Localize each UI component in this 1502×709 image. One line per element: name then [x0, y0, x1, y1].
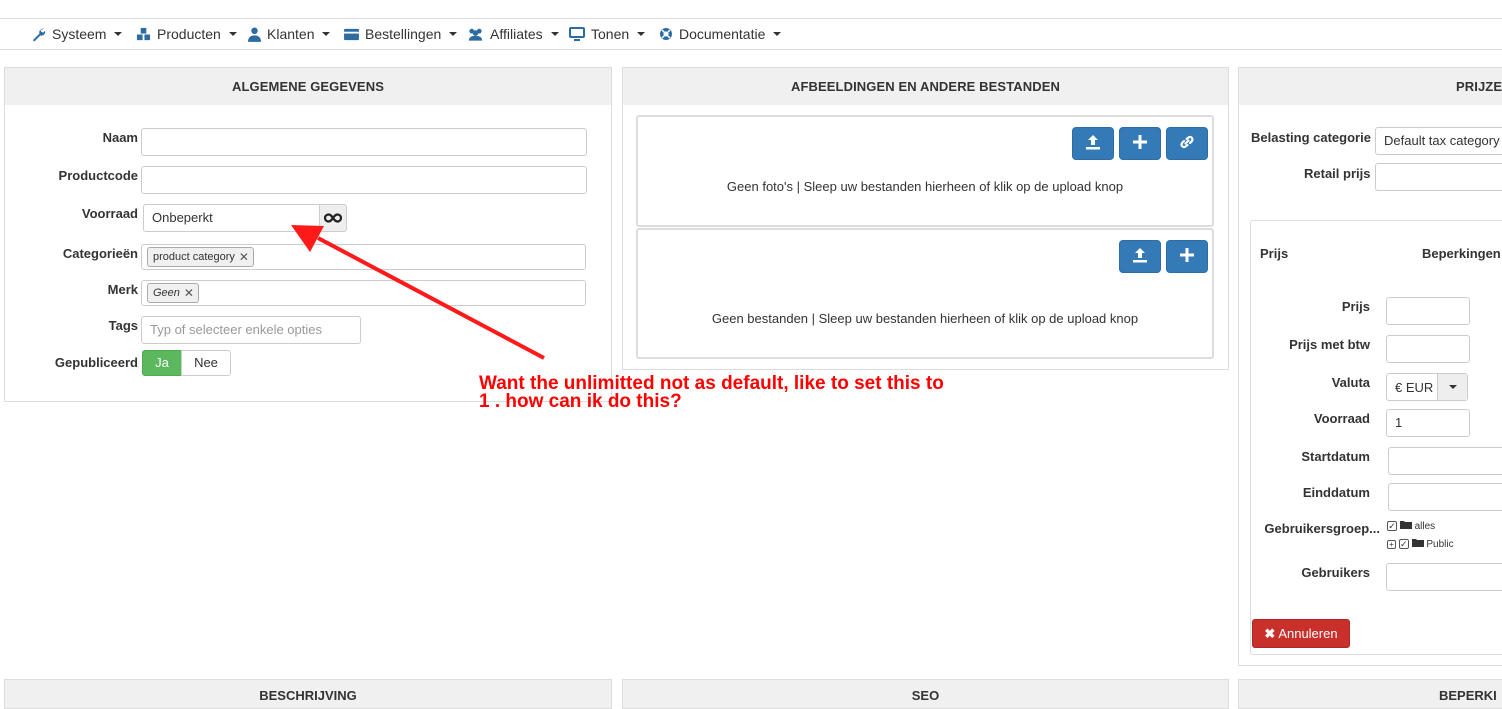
nav-bestellingen[interactable]: Bestellingen	[344, 26, 458, 42]
user-icon	[248, 27, 261, 42]
name-label: Naam	[102, 130, 138, 145]
files-dropzone[interactable]: Geen bestanden | Sleep uw bestanden hier…	[636, 228, 1214, 359]
categories-select[interactable]: product category ✕	[141, 244, 586, 270]
limits-column-header: Beperkingen	[1422, 246, 1501, 261]
group-item-public[interactable]: + ✓ Public	[1387, 538, 1454, 556]
remove-icon[interactable]: ✕	[184, 284, 194, 302]
category-chip[interactable]: product category ✕	[147, 247, 254, 267]
limits-panel: BEPERKI	[1238, 679, 1502, 709]
brand-label: Merk	[107, 282, 138, 297]
stock-label: Voorraad	[81, 206, 138, 221]
panel-title: ALGEMENE GEGEVENS	[5, 68, 611, 105]
tags-label: Tags	[108, 318, 138, 333]
nav-systeem[interactable]: Systeem	[31, 26, 123, 42]
retail-price-input[interactable]	[1375, 163, 1502, 191]
general-panel: ALGEMENE GEGEVENS Naam Productcode Voorr…	[4, 67, 612, 402]
add-file-button[interactable]	[1166, 240, 1208, 273]
end-date-label: Einddatum	[1302, 485, 1370, 500]
credit-card-icon	[344, 28, 359, 41]
panel-title: BEPERKI	[1439, 688, 1497, 703]
add-photo-button[interactable]	[1119, 127, 1161, 160]
tags-input[interactable]: Typ of selecteer enkele opties	[141, 316, 361, 344]
link-icon	[1179, 134, 1195, 153]
stock-input[interactable]: Onbeperkt	[143, 204, 321, 232]
end-date-input[interactable]	[1388, 483, 1502, 511]
users-input[interactable]	[1386, 563, 1502, 591]
users-label: Gebruikers	[1301, 565, 1370, 580]
files-panel: AFBEELDINGEN EN ANDERE BESTANDEN Geen fo…	[622, 67, 1229, 370]
rule-stock-label: Voorraad	[1313, 411, 1370, 426]
name-input[interactable]	[141, 128, 587, 156]
description-panel: BESCHRIJVING	[4, 679, 612, 709]
users-icon	[467, 27, 484, 41]
price-vat-input[interactable]	[1386, 335, 1470, 363]
start-date-input[interactable]	[1388, 447, 1502, 475]
unlimited-toggle-button[interactable]	[319, 204, 347, 232]
price-vat-label: Prijs met btw	[1289, 337, 1370, 352]
upload-icon	[1085, 134, 1101, 153]
price-input[interactable]	[1386, 297, 1470, 325]
cancel-button[interactable]: ✖ Annuleren	[1252, 619, 1350, 648]
retail-price-label: Retail prijs	[1304, 166, 1371, 181]
annotation-text: Want the unlimitted not as default, like…	[479, 373, 944, 412]
published-label: Gepubliceerd	[54, 355, 138, 370]
close-icon: ✖	[1264, 625, 1276, 641]
folder-icon	[1411, 539, 1424, 550]
published-no-button[interactable]: Nee	[181, 350, 231, 376]
panel-title: AFBEELDINGEN EN ANDERE BESTANDEN	[623, 68, 1228, 105]
panel-title: BESCHRIJVING	[259, 688, 357, 703]
upload-file-button[interactable]	[1119, 240, 1161, 273]
expand-icon[interactable]: +	[1387, 539, 1396, 549]
prices-panel: PRIJZE Belasting categorie Default tax c…	[1238, 67, 1502, 666]
plus-icon	[1180, 248, 1194, 265]
folder-icon	[1399, 521, 1412, 532]
link-photo-button[interactable]	[1166, 127, 1208, 160]
group-item-all[interactable]: ✓ alles	[1387, 520, 1454, 538]
nav-affiliates[interactable]: Affiliates	[467, 26, 559, 42]
tax-category-label: Belasting categorie	[1251, 130, 1371, 145]
price-rules-box: Prijs Beperkingen Prijs Prijs met btw Va…	[1250, 220, 1502, 655]
categories-label: Categorieën	[62, 246, 138, 261]
upload-icon	[1132, 247, 1148, 266]
tax-category-select[interactable]: Default tax category	[1375, 127, 1502, 155]
nav-klanten[interactable]: Klanten	[248, 26, 331, 42]
start-date-label: Startdatum	[1301, 449, 1370, 464]
chevron-down-icon[interactable]	[1437, 374, 1467, 400]
checkbox-checked-icon[interactable]: ✓	[1398, 539, 1409, 550]
published-yes-button[interactable]: Ja	[142, 350, 182, 376]
nav-producten[interactable]: Producten	[136, 26, 237, 42]
brand-select[interactable]: Geen ✕	[141, 280, 586, 306]
infinity-icon	[323, 211, 343, 226]
panel-title: PRIJZE	[1239, 68, 1502, 105]
nav-documentatie[interactable]: Documentatie	[659, 26, 782, 42]
wrench-icon	[31, 27, 46, 42]
files-empty-text: Geen bestanden | Sleep uw bestanden hier…	[711, 311, 1139, 326]
upload-photo-button[interactable]	[1072, 127, 1114, 160]
cubes-icon	[136, 27, 151, 42]
photos-dropzone[interactable]: Geen foto's | Sleep uw bestanden hierhee…	[636, 115, 1214, 227]
life-ring-icon	[659, 27, 673, 41]
main-navbar: Systeem Producten Klanten Bestellingen A…	[0, 18, 1502, 50]
remove-icon[interactable]: ✕	[239, 248, 249, 266]
user-groups-label: Gebruikersgroep...	[1264, 521, 1380, 536]
plus-icon	[1133, 135, 1147, 152]
productcode-input[interactable]	[141, 166, 587, 194]
currency-select[interactable]: € EUR	[1386, 373, 1468, 401]
price-column-header: Prijs	[1260, 246, 1289, 261]
desktop-icon	[569, 27, 585, 41]
seo-panel: SEO	[622, 679, 1229, 709]
nav-tonen[interactable]: Tonen	[569, 26, 646, 42]
brand-chip[interactable]: Geen ✕	[147, 283, 199, 303]
price-label: Prijs	[1341, 299, 1370, 314]
currency-label: Valuta	[1331, 375, 1370, 390]
group-tree: ✓ alles + ✓ Public	[1387, 520, 1454, 556]
checkbox-checked-icon[interactable]: ✓	[1387, 521, 1397, 532]
photos-empty-text: Geen foto's | Sleep uw bestanden hierhee…	[726, 179, 1124, 194]
productcode-label: Productcode	[58, 168, 138, 183]
panel-title: SEO	[911, 688, 940, 703]
rule-stock-input[interactable]: 1	[1386, 409, 1470, 437]
